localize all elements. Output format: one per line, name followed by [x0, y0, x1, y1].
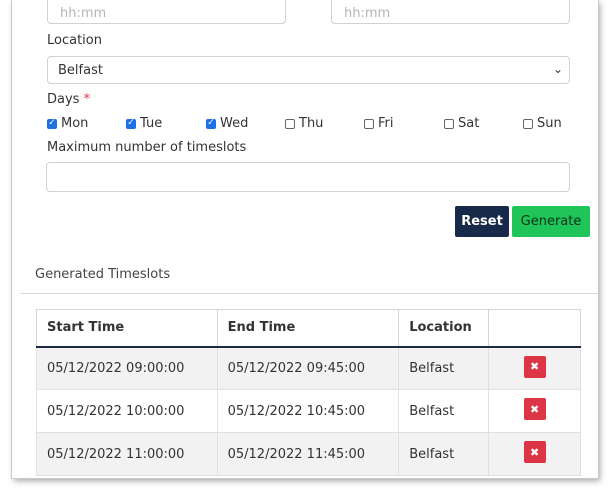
delete-timeslot-button[interactable]: ✖ — [523, 355, 546, 378]
cell-actions: ✖ — [488, 432, 581, 476]
cell-actions: ✖ — [488, 389, 581, 433]
checkbox-unchecked-icon[interactable] — [523, 118, 533, 129]
close-icon: ✖ — [529, 360, 540, 373]
cell-actions: ✖ — [488, 346, 581, 390]
chevron-down-icon: ⌄ — [552, 62, 563, 76]
max-timeslots-label: Maximum number of timeslots — [47, 140, 247, 155]
location-label: Location — [47, 33, 102, 48]
generated-timeslots-title: Generated Timeslots — [35, 267, 171, 282]
cell-location: Belfast — [398, 432, 490, 476]
reset-button[interactable]: Reset — [455, 206, 509, 237]
table-header-row: Start Time End Time Location — [36, 309, 581, 348]
column-header-start-time: Start Time — [36, 309, 218, 348]
location-select-value: Belfast — [58, 63, 103, 78]
days-label-text: Days — [47, 92, 80, 107]
table-row: 05/12/2022 09:00:00 05/12/2022 09:45:00 Be… — [36, 346, 581, 390]
location-select[interactable]: Belfast ⌄ — [47, 56, 570, 84]
day-checkbox-mon[interactable]: ✓ Mon — [47, 116, 88, 131]
cell-end-time: 05/12/2022 09:45:00 — [216, 346, 400, 390]
end-time-input[interactable]: hh:mm — [331, 0, 570, 24]
cell-start-time: 05/12/2022 10:00:00 — [36, 389, 218, 433]
timeslots-table: Start Time End Time Location 05/12/2022 … — [36, 309, 581, 476]
day-label: Mon — [61, 116, 89, 131]
close-icon: ✖ — [529, 402, 540, 416]
cell-location: Belfast — [398, 389, 490, 433]
cell-start-time: 05/12/2022 09:00:00 — [36, 346, 218, 390]
close-icon: ✖ — [529, 445, 540, 459]
day-label: Sat — [458, 116, 480, 131]
delete-timeslot-button[interactable]: ✖ — [523, 441, 546, 463]
checkbox-unchecked-icon[interactable] — [285, 118, 295, 129]
day-checkbox-fri[interactable]: Fri — [364, 116, 394, 131]
generate-button[interactable]: Generate — [512, 206, 590, 237]
column-header-location: Location — [398, 309, 490, 348]
start-time-input[interactable]: hh:mm — [47, 0, 286, 24]
day-checkbox-sun[interactable]: Sun — [523, 116, 562, 131]
checkbox-unchecked-icon[interactable] — [364, 118, 374, 129]
day-label: Sun — [537, 116, 562, 131]
checkbox-checked-icon[interactable]: ✓ — [47, 118, 57, 129]
cell-start-time: 05/12/2022 11:00:00 — [36, 432, 218, 476]
day-checkbox-sat[interactable]: Sat — [444, 116, 479, 131]
column-header-end-time: End Time — [216, 309, 400, 348]
day-checkbox-tue[interactable]: ✓ Tue — [126, 116, 162, 131]
table-row: 05/12/2022 10:00:00 05/12/2022 10:45:00 Be… — [36, 389, 581, 433]
max-timeslots-input[interactable] — [46, 162, 570, 192]
checkbox-checked-icon[interactable]: ✓ — [206, 118, 216, 129]
app-window: hh:mm hh:mm Location Belfast ⌄ Days * ✓ M… — [12, 0, 598, 478]
day-checkbox-thu[interactable]: Thu — [285, 116, 323, 131]
checkbox-unchecked-icon[interactable] — [444, 118, 454, 129]
cell-end-time: 05/12/2022 11:45:00 — [216, 432, 400, 476]
column-header-actions — [488, 309, 581, 348]
section-divider — [20, 293, 598, 294]
time-inputs-row: hh:mm hh:mm — [12, 0, 598, 26]
cell-end-time: 05/12/2022 10:45:00 — [216, 389, 400, 433]
day-label: Fri — [378, 116, 394, 131]
table-row: 05/12/2022 11:00:00 05/12/2022 11:45:00 Be… — [36, 432, 581, 476]
required-asterisk: * — [83, 92, 91, 107]
days-label: Days * — [47, 92, 90, 107]
checkbox-checked-icon[interactable]: ✓ — [126, 118, 136, 129]
day-label: Thu — [299, 116, 324, 131]
delete-timeslot-button[interactable]: ✖ — [523, 398, 546, 420]
day-label: Tue — [140, 116, 163, 131]
day-label: Wed — [220, 116, 249, 131]
cell-location: Belfast — [398, 346, 490, 390]
day-checkbox-wed[interactable]: ✓ Wed — [206, 116, 248, 131]
